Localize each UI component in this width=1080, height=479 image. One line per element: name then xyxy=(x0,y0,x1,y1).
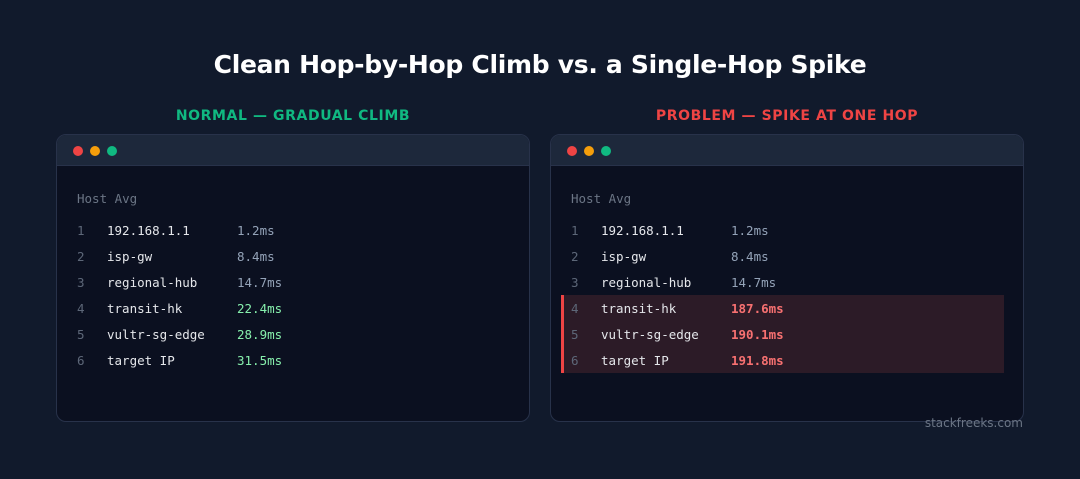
hop-host: vultr-sg-edge xyxy=(601,327,699,342)
hop-list: 1 192.168.1.1 1.2ms 2 isp-gw 8.4ms 3 regional-h… xyxy=(561,217,1004,373)
hop-avg-latency: 187.6ms xyxy=(731,301,784,316)
hop-host: regional-hub xyxy=(601,275,692,290)
hop-avg-latency: 190.1ms xyxy=(731,327,784,342)
hop-row: 6 target IP 31.5ms xyxy=(67,347,510,373)
hop-host: target IP xyxy=(601,353,669,368)
hop-row: 2 isp-gw 8.4ms xyxy=(67,243,510,269)
minimize-dot-icon xyxy=(90,146,100,156)
maximize-dot-icon xyxy=(601,146,611,156)
column-header: Host Avg xyxy=(77,191,138,206)
hop-number: 1 xyxy=(571,223,579,238)
hop-number: 1 xyxy=(77,223,85,238)
hop-number: 2 xyxy=(571,249,579,264)
minimize-dot-icon xyxy=(584,146,594,156)
hop-row: 2 isp-gw 8.4ms xyxy=(561,243,1004,269)
close-dot-icon xyxy=(567,146,577,156)
hop-number: 3 xyxy=(77,275,85,290)
hop-number: 2 xyxy=(77,249,85,264)
hop-number: 6 xyxy=(571,353,579,368)
hop-avg-latency: 8.4ms xyxy=(237,249,275,264)
hop-avg-latency: 1.2ms xyxy=(731,223,769,238)
spike-hop-row: 6 target IP 191.8ms xyxy=(561,347,1004,373)
spike-hop-row: 4 transit-hk 187.6ms xyxy=(561,295,1004,321)
hop-avg-latency: 22.4ms xyxy=(237,301,283,316)
hop-avg-latency: 14.7ms xyxy=(237,275,283,290)
hop-row: 3 regional-hub 14.7ms xyxy=(561,269,1004,295)
hop-avg-latency: 31.5ms xyxy=(237,353,283,368)
hop-number: 4 xyxy=(571,301,579,316)
window-titlebar xyxy=(57,135,529,166)
hop-number: 3 xyxy=(571,275,579,290)
hop-number: 5 xyxy=(571,327,579,342)
hop-host: 192.168.1.1 xyxy=(107,223,190,238)
hop-host: target IP xyxy=(107,353,175,368)
hop-avg-latency: 14.7ms xyxy=(731,275,777,290)
hop-avg-latency: 28.9ms xyxy=(237,327,283,342)
hop-host: 192.168.1.1 xyxy=(601,223,684,238)
hop-avg-latency: 1.2ms xyxy=(237,223,275,238)
hop-row: 5 vultr-sg-edge 28.9ms xyxy=(67,321,510,347)
problem-terminal-window: Host Avg 1 192.168.1.1 1.2ms 2 isp-gw 8.4ms 3 r… xyxy=(550,134,1024,422)
window-titlebar xyxy=(551,135,1023,166)
hop-host: isp-gw xyxy=(107,249,153,264)
normal-panel-label: NORMAL — GRADUAL CLIMB xyxy=(175,108,411,124)
site-credit: stackfreeks.com xyxy=(924,416,1023,430)
close-dot-icon xyxy=(73,146,83,156)
column-header: Host Avg xyxy=(571,191,632,206)
spike-hop-row: 5 vultr-sg-edge 190.1ms xyxy=(561,321,1004,347)
hop-number: 6 xyxy=(77,353,85,368)
hop-list: 1 192.168.1.1 1.2ms 2 isp-gw 8.4ms 3 regional-h… xyxy=(67,217,510,373)
hop-number: 5 xyxy=(77,327,85,342)
hop-avg-latency: 191.8ms xyxy=(731,353,784,368)
page-title: Clean Hop-by-Hop Climb vs. a Single-Hop … xyxy=(213,50,867,79)
hop-host: transit-hk xyxy=(107,301,183,316)
hop-host: isp-gw xyxy=(601,249,647,264)
hop-row: 4 transit-hk 22.4ms xyxy=(67,295,510,321)
hop-row: 1 192.168.1.1 1.2ms xyxy=(561,217,1004,243)
hop-row: 1 192.168.1.1 1.2ms xyxy=(67,217,510,243)
maximize-dot-icon xyxy=(107,146,117,156)
hop-host: transit-hk xyxy=(601,301,677,316)
hop-avg-latency: 8.4ms xyxy=(731,249,769,264)
hop-host: regional-hub xyxy=(107,275,198,290)
hop-row: 3 regional-hub 14.7ms xyxy=(67,269,510,295)
hop-host: vultr-sg-edge xyxy=(107,327,205,342)
problem-panel-label: PROBLEM — SPIKE AT ONE HOP xyxy=(655,108,919,124)
normal-terminal-window: Host Avg 1 192.168.1.1 1.2ms 2 isp-gw 8.4ms 3 r… xyxy=(56,134,530,422)
hop-number: 4 xyxy=(77,301,85,316)
